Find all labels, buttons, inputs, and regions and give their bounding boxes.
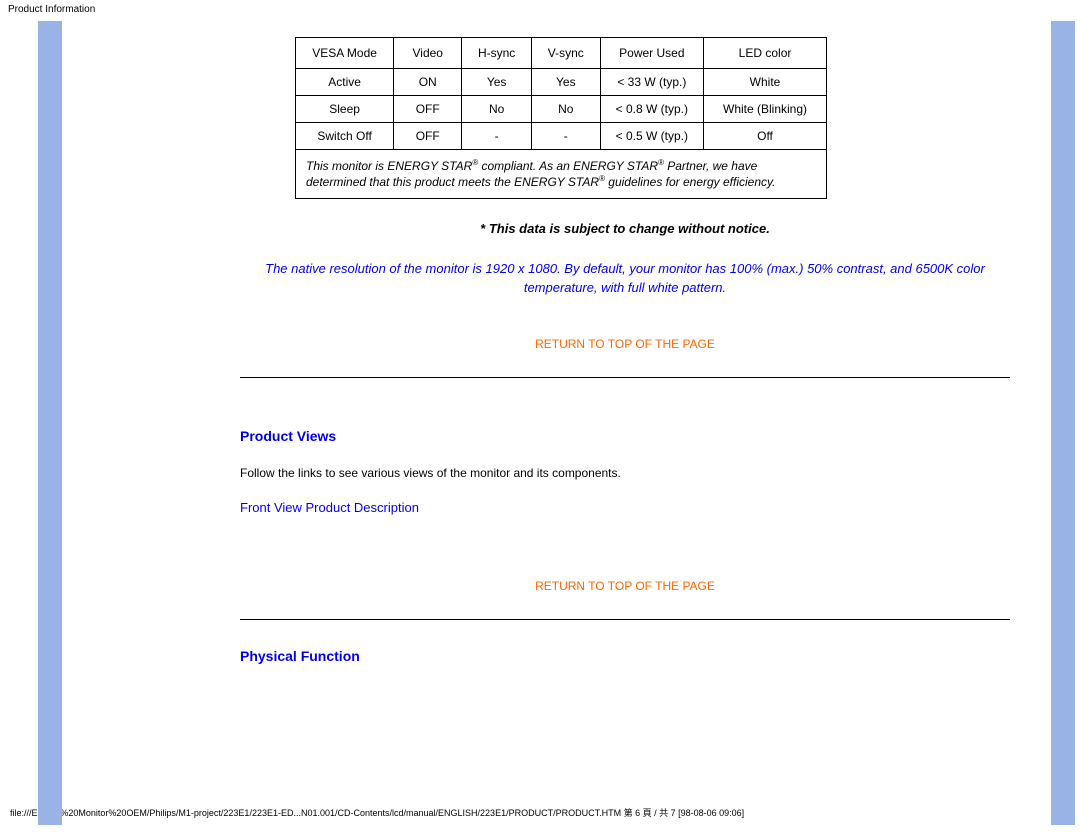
- vesa-mode-table: VESA Mode Video H-sync V-sync Power Used…: [295, 37, 827, 199]
- footer-path: file:///E|/LCD%20Monitor%20OEM/Philips/M…: [0, 802, 1080, 825]
- section-divider: [240, 377, 1010, 378]
- cell: Yes: [462, 69, 532, 96]
- cell: Active: [296, 69, 394, 96]
- product-views-heading: Product Views: [240, 428, 1010, 444]
- change-without-notice: * This data is subject to change without…: [240, 221, 1010, 236]
- energy-star-note: This monitor is ENERGY STAR® compliant. …: [296, 150, 827, 199]
- cell: Sleep: [296, 96, 394, 123]
- table-footnote-row: This monitor is ENERGY STAR® compliant. …: [296, 150, 827, 199]
- bottom-spacer: [240, 686, 1010, 802]
- th-power-used: Power Used: [600, 38, 703, 69]
- return-to-top-link[interactable]: RETURN TO TOP OF THE PAGE: [240, 337, 1010, 351]
- cell: No: [462, 96, 532, 123]
- cell: Switch Off: [296, 123, 394, 150]
- cell: -: [531, 123, 600, 150]
- th-vesa-mode: VESA Mode: [296, 38, 394, 69]
- cell: < 0.8 W (typ.): [600, 96, 703, 123]
- section-divider: [240, 619, 1010, 620]
- right-accent-bar: [1051, 21, 1075, 825]
- page-container: VESA Mode Video H-sync V-sync Power Used…: [0, 21, 1080, 802]
- table-row: Switch Off OFF - - < 0.5 W (typ.) Off: [296, 123, 827, 150]
- cell: No: [531, 96, 600, 123]
- th-h-sync: H-sync: [462, 38, 532, 69]
- cell: < 33 W (typ.): [600, 69, 703, 96]
- left-accent-bar: [38, 21, 62, 825]
- cell: White (Blinking): [704, 96, 827, 123]
- front-view-link[interactable]: Front View Product Description: [240, 500, 419, 515]
- cell: Yes: [531, 69, 600, 96]
- table-row: Sleep OFF No No < 0.8 W (typ.) White (Bl…: [296, 96, 827, 123]
- table-row: Active ON Yes Yes < 33 W (typ.) White: [296, 69, 827, 96]
- cell: White: [704, 69, 827, 96]
- cell: OFF: [394, 96, 462, 123]
- cell: -: [462, 123, 532, 150]
- cell: < 0.5 W (typ.): [600, 123, 703, 150]
- physical-function-heading: Physical Function: [240, 648, 1010, 664]
- th-led-color: LED color: [704, 38, 827, 69]
- return-to-top-link[interactable]: RETURN TO TOP OF THE PAGE: [240, 579, 1010, 593]
- product-views-desc: Follow the links to see various views of…: [240, 466, 1010, 480]
- th-video: Video: [394, 38, 462, 69]
- table-header-row: VESA Mode Video H-sync V-sync Power Used…: [296, 38, 827, 69]
- th-v-sync: V-sync: [531, 38, 600, 69]
- cell: OFF: [394, 123, 462, 150]
- window-title: Product Information: [0, 0, 1080, 21]
- cell: ON: [394, 69, 462, 96]
- cell: Off: [704, 123, 827, 150]
- native-resolution-note: The native resolution of the monitor is …: [245, 260, 1005, 296]
- main-content: VESA Mode Video H-sync V-sync Power Used…: [240, 21, 1010, 802]
